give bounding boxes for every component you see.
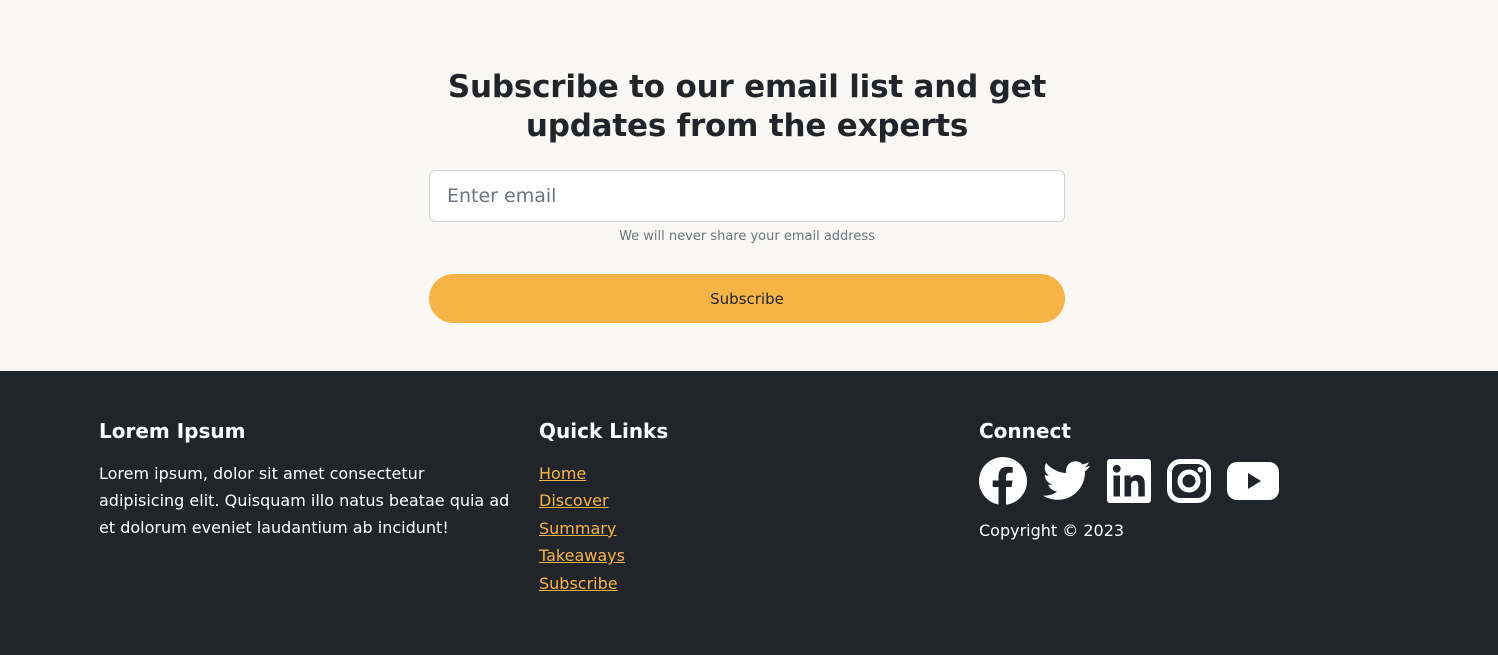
quick-links-heading: Quick Links <box>539 419 669 443</box>
subscribe-button[interactable]: Subscribe <box>429 274 1065 323</box>
email-hint: We will never share your email address <box>619 229 875 244</box>
about-heading: Lorem Ipsum <box>99 419 246 443</box>
twitter-icon[interactable] <box>1043 461 1091 501</box>
linkedin-icon[interactable] <box>1107 459 1151 503</box>
youtube-icon[interactable] <box>1227 462 1279 500</box>
list-item: Summary <box>539 515 939 542</box>
list-item: Takeaways <box>539 542 939 569</box>
subscribe-section: Subscribe to our email list and get upda… <box>0 0 1498 371</box>
link-summary[interactable]: Summary <box>539 519 616 538</box>
facebook-icon[interactable] <box>979 457 1027 505</box>
about-text: Lorem ipsum, dolor sit amet consectetur … <box>99 464 510 537</box>
quick-links-list: Home Discover Summary Takeaways Subscrib… <box>539 460 939 597</box>
footer-about-column: Lorem Ipsum Lorem ipsum, dolor sit amet … <box>99 419 514 541</box>
footer: Lorem Ipsum Lorem ipsum, dolor sit amet … <box>0 371 1498 655</box>
link-discover[interactable]: Discover <box>539 491 609 510</box>
list-item: Discover <box>539 487 939 514</box>
list-item: Subscribe <box>539 570 939 597</box>
social-icons <box>979 456 1399 506</box>
connect-heading: Connect <box>979 419 1071 443</box>
email-input[interactable] <box>429 170 1065 222</box>
link-takeaways[interactable]: Takeaways <box>539 546 625 565</box>
list-item: Home <box>539 460 939 487</box>
copyright-text: Copyright © 2023 <box>979 521 1125 540</box>
instagram-icon[interactable] <box>1167 459 1211 503</box>
footer-links-column: Quick Links Home Discover Summary Takeaw… <box>539 419 939 597</box>
subscribe-title: Subscribe to our email list and get upda… <box>447 69 1047 144</box>
link-subscribe[interactable]: Subscribe <box>539 574 618 593</box>
link-home[interactable]: Home <box>539 464 586 483</box>
footer-connect-column: Connect Copyright © 2023 <box>979 419 1399 543</box>
